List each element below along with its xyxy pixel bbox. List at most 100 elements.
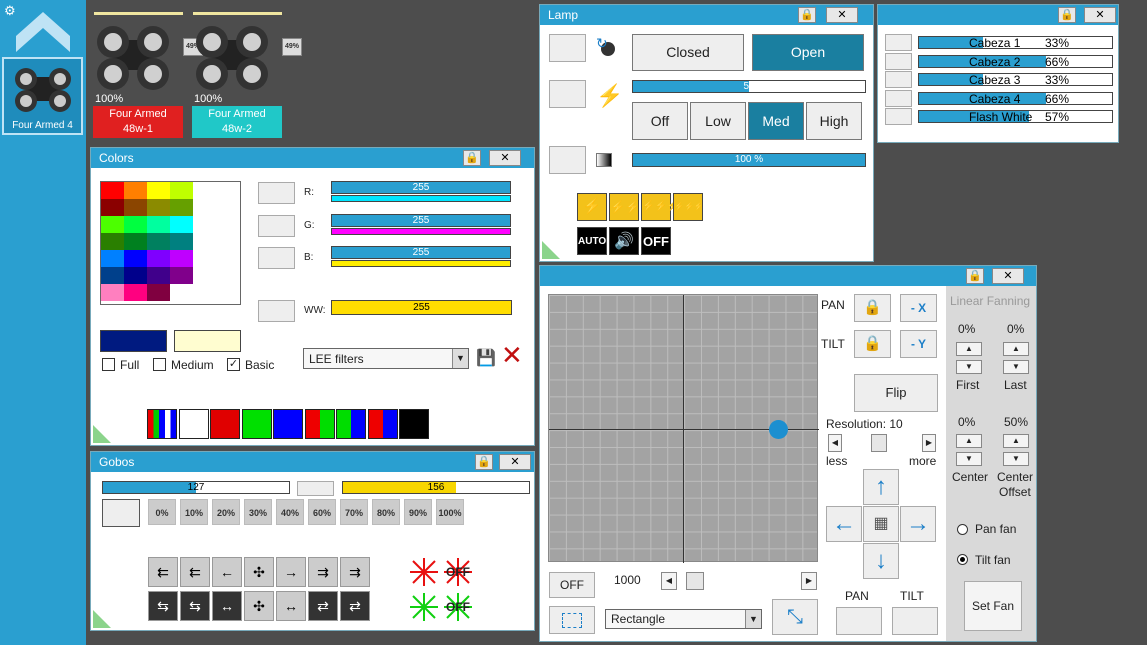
moving-head-icon[interactable] — [192, 18, 272, 94]
channel-select-button[interactable] — [258, 247, 295, 269]
color-palette[interactable] — [100, 181, 241, 305]
gobo-percent-button[interactable]: 90% — [404, 499, 432, 525]
pan-lock-icon[interactable]: 🔒 — [854, 294, 891, 322]
palette-color[interactable] — [147, 216, 170, 233]
palette-color[interactable] — [147, 284, 170, 301]
gobo-rotate-icon[interactable]: ↔ — [276, 591, 306, 621]
gobo-rotate-icon[interactable]: ↔ — [212, 591, 242, 621]
palette-color[interactable] — [101, 284, 124, 301]
lock-icon[interactable]: 🔒 — [475, 454, 493, 470]
head-intensity-bar[interactable]: Cabeza 3 33% — [918, 73, 1113, 86]
pan-value-button[interactable] — [836, 607, 882, 635]
resolution-left-icon[interactable]: ◀ — [828, 434, 842, 452]
dimmer-bar[interactable]: 100 % — [632, 153, 866, 167]
gobo-reset-button[interactable] — [297, 481, 334, 496]
close-button[interactable]: ✕ — [1084, 7, 1116, 23]
pan-fan-radio[interactable] — [957, 524, 968, 535]
gobo-select-button[interactable] — [102, 499, 140, 527]
channel-select-button[interactable] — [258, 215, 295, 237]
shutter-closed-button[interactable]: Closed — [632, 34, 744, 71]
gobo-rotation-bar[interactable]: 127 — [102, 481, 290, 494]
dimmer-select-button[interactable] — [549, 146, 586, 174]
channel-bar[interactable]: 255 — [331, 214, 511, 227]
palette-color[interactable] — [170, 182, 193, 199]
speed-left-icon[interactable]: ◀ — [661, 572, 677, 590]
channel-select-button[interactable] — [258, 182, 295, 204]
gobo-rotate-icon[interactable]: ⇄ — [308, 591, 338, 621]
color-swatch[interactable] — [304, 409, 335, 439]
delete-icon[interactable]: ✕ — [501, 342, 523, 368]
channel-bar[interactable]: 255 — [331, 300, 512, 315]
palette-color[interactable] — [170, 267, 193, 284]
center-down-icon[interactable]: ▼ — [956, 452, 982, 466]
gobo-percent-button[interactable]: 0% — [148, 499, 176, 525]
size-checkbox[interactable]: ✓ — [227, 358, 240, 371]
color-swatch[interactable] — [178, 409, 209, 439]
power-level-button[interactable]: High — [806, 102, 862, 140]
fixture-name-tag[interactable]: Four Armed 48w-1 — [93, 106, 183, 138]
head-intensity-bar[interactable]: Cabeza 1 33% — [918, 36, 1113, 49]
palette-color[interactable] — [124, 182, 147, 199]
tilt-value-button[interactable] — [892, 607, 938, 635]
position-off-button[interactable]: OFF — [549, 572, 595, 598]
close-button[interactable]: ✕ — [499, 454, 531, 470]
gobo-rotate-icon[interactable]: ⇆ — [180, 591, 210, 621]
set-fan-button[interactable]: Set Fan — [964, 581, 1022, 631]
filter-select[interactable]: LEE filters ▼ — [303, 348, 469, 369]
chevron-up-icon[interactable] — [16, 12, 70, 52]
gobo-rotate-icon[interactable]: ⇆ — [148, 591, 178, 621]
lamp-off-button[interactable]: OFF — [641, 227, 671, 255]
gobo-shake-icon[interactable]: ← — [212, 557, 242, 587]
speed-right-icon[interactable]: ▶ — [801, 572, 817, 590]
close-button[interactable]: ✕ — [992, 268, 1024, 284]
palette-color[interactable] — [147, 267, 170, 284]
gobo-rotate-icon[interactable]: ⇄ — [340, 591, 370, 621]
gobo-shake-icon[interactable]: ⇉ — [340, 557, 370, 587]
arrow-right-icon[interactable]: → — [900, 506, 936, 542]
size-checkbox[interactable] — [102, 358, 115, 371]
color-swatch[interactable] — [210, 409, 240, 439]
palette-color[interactable] — [124, 233, 147, 250]
fixture-name-tag[interactable]: Four Armed 48w-2 — [192, 106, 282, 138]
add-corner-icon[interactable] — [93, 610, 111, 628]
strobe-double-icon[interactable]: ⚡⚡ — [609, 193, 640, 221]
off-green-icon[interactable]: OFF — [442, 591, 474, 623]
palette-color[interactable] — [101, 216, 124, 233]
minus-y-button[interactable]: - Y — [900, 330, 937, 358]
arrow-up-icon[interactable]: ↑ — [863, 469, 899, 505]
palette-color[interactable] — [101, 250, 124, 267]
gobo-percent-button[interactable]: 70% — [340, 499, 368, 525]
head-select-button[interactable] — [885, 71, 912, 88]
arrow-left-icon[interactable]: ← — [826, 506, 862, 542]
off-red-icon[interactable]: OFF — [442, 556, 474, 588]
add-corner-icon[interactable] — [542, 241, 560, 259]
color-swatch[interactable] — [147, 409, 177, 439]
strobe-triple-icon[interactable]: ⚡⚡⚡ — [641, 193, 679, 221]
first-up-icon[interactable]: ▲ — [956, 342, 982, 356]
palette-color[interactable] — [124, 250, 147, 267]
speed-slider-thumb[interactable] — [686, 572, 704, 590]
gobo-rotate-icon[interactable]: ✣ — [244, 591, 274, 621]
palette-color[interactable] — [101, 199, 124, 216]
resolution-slider-thumb[interactable] — [871, 434, 887, 452]
gobo-shake-icon[interactable]: ⇇ — [148, 557, 178, 587]
gear-icon[interactable]: ⚙ — [4, 3, 16, 19]
strobe-bar[interactable]: 50 — [632, 80, 866, 93]
gobo-percent-button[interactable]: 40% — [276, 499, 304, 525]
tilt-fan-radio[interactable] — [957, 554, 968, 565]
color-swatch[interactable] — [399, 409, 429, 439]
strobe-random-icon[interactable]: ⚡⚡⚡ — [673, 193, 704, 221]
gobo-percent-button[interactable]: 10% — [180, 499, 208, 525]
color-swatch[interactable] — [367, 409, 398, 439]
palette-color[interactable] — [124, 199, 147, 216]
add-corner-icon[interactable] — [93, 425, 111, 443]
first-down-icon[interactable]: ▼ — [956, 360, 982, 374]
color-swatch[interactable] — [336, 409, 366, 439]
save-icon[interactable]: 💾 — [476, 348, 496, 368]
channel-bar[interactable]: 255 — [331, 181, 511, 194]
center-target-icon[interactable]: ▦ — [863, 506, 899, 542]
palette-color[interactable] — [147, 233, 170, 250]
shape-select[interactable]: Rectangle ▼ — [605, 609, 762, 629]
gobo-speed-bar[interactable]: 156 — [342, 481, 530, 494]
palette-color[interactable] — [101, 267, 124, 284]
